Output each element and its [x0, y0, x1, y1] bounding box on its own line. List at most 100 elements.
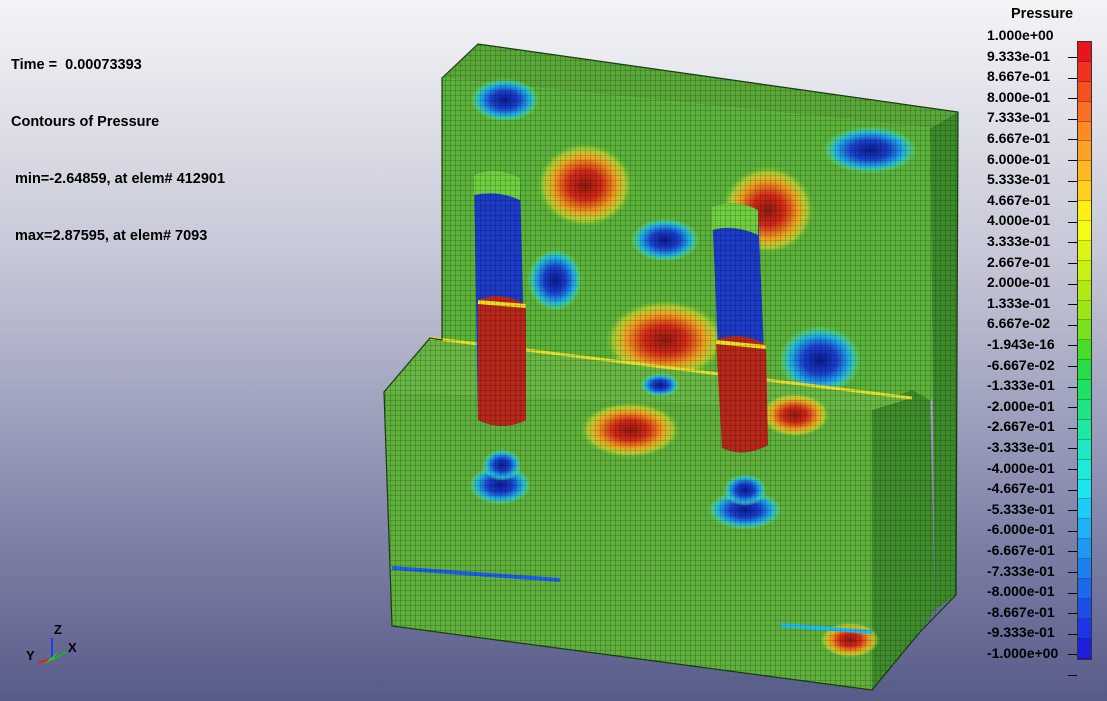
legend-swatch — [1078, 400, 1091, 420]
legend-swatch — [1078, 61, 1091, 82]
legend-swatch — [1078, 81, 1091, 102]
legend-label: 4.000e-01 — [987, 212, 1051, 229]
legend-label: -2.667e-01 — [987, 418, 1055, 435]
legend-swatch — [1078, 280, 1091, 301]
legend-label: 8.000e-01 — [987, 88, 1051, 105]
legend-swatch — [1078, 459, 1091, 480]
legend-tick — [1068, 654, 1077, 656]
legend-label: -9.333e-01 — [987, 624, 1055, 641]
axis-triad: Z Y X — [24, 622, 84, 672]
legend-label: -3.333e-01 — [987, 439, 1055, 455]
legend-tick — [1068, 572, 1077, 573]
legend-tick — [1068, 242, 1077, 244]
legend-swatch — [1078, 340, 1091, 361]
legend-ticks — [1068, 41, 1077, 676]
legend-label: -8.667e-01 — [987, 603, 1055, 620]
legend-tick — [1068, 304, 1077, 306]
legend-tick — [1068, 57, 1077, 58]
legend-swatch — [1078, 221, 1091, 241]
legend-label: -6.000e-01 — [987, 521, 1055, 538]
legend-label: 7.333e-01 — [987, 109, 1051, 126]
legend-tick — [1068, 530, 1077, 532]
legend-tick — [1068, 118, 1077, 120]
legend-label: 3.333e-01 — [987, 233, 1051, 249]
legend-tick — [1068, 98, 1077, 100]
legend-swatch — [1078, 419, 1091, 440]
legend-label: -4.000e-01 — [987, 459, 1055, 476]
legend-label: 2.667e-01 — [987, 253, 1051, 270]
model-viewport[interactable] — [0, 0, 1107, 701]
legend-swatch — [1078, 161, 1091, 182]
legend-label: 6.000e-01 — [987, 150, 1051, 167]
legend-title: Pressure — [1011, 6, 1074, 22]
legend-tick — [1068, 675, 1077, 676]
legend-swatch — [1078, 121, 1091, 142]
legend-swatch — [1078, 598, 1091, 619]
legend-tick — [1068, 448, 1077, 450]
legend-label: 1.333e-01 — [987, 294, 1051, 311]
mesh-overlay — [384, 44, 958, 690]
legend-swatch — [1078, 260, 1091, 281]
legend-tick — [1068, 77, 1077, 79]
legend-swatch — [1078, 201, 1091, 222]
legend-tick — [1068, 324, 1077, 326]
legend-swatch — [1078, 101, 1091, 122]
legend-tick — [1068, 201, 1077, 203]
legend-tick — [1068, 283, 1077, 285]
legend-tick — [1068, 407, 1077, 409]
legend-tick — [1068, 366, 1077, 367]
legend-swatch — [1078, 439, 1091, 460]
legend-tick — [1068, 160, 1077, 161]
legend-label: -1.943e-16 — [987, 336, 1055, 352]
legend-label: -6.667e-02 — [987, 356, 1055, 373]
legend-color-bar — [1077, 41, 1092, 660]
legend-label: -5.333e-01 — [987, 500, 1055, 517]
legend-tick — [1068, 427, 1077, 429]
legend-tick — [1068, 592, 1077, 594]
triad-x-label: X — [68, 640, 77, 655]
legend-swatch — [1078, 240, 1091, 261]
legend-label: -4.667e-01 — [987, 480, 1055, 497]
legend-label: -1.000e+00 — [987, 645, 1059, 661]
legend-swatch — [1078, 499, 1091, 520]
legend-label: 9.333e-01 — [987, 47, 1051, 64]
legend-swatch — [1078, 300, 1091, 321]
legend-tick — [1068, 613, 1077, 615]
legend-swatch — [1078, 380, 1091, 401]
legend-swatch — [1078, 618, 1091, 639]
legend-swatch — [1078, 360, 1091, 381]
legend-swatch — [1078, 638, 1091, 659]
legend-swatch — [1078, 579, 1091, 599]
legend-label: -6.667e-01 — [987, 542, 1055, 558]
legend-swatch — [1078, 141, 1091, 162]
legend-label: 6.667e-02 — [987, 315, 1051, 332]
legend-swatch — [1078, 559, 1091, 580]
triad-z-label: Z — [54, 622, 62, 637]
legend-tick — [1068, 633, 1077, 635]
legend-tick — [1068, 180, 1077, 182]
legend-label: 6.667e-01 — [987, 130, 1051, 146]
legend-label: 1.000e+00 — [987, 27, 1054, 43]
legend-tick — [1068, 139, 1077, 141]
triad-y-label: Y — [26, 648, 35, 663]
legend-label: 4.667e-01 — [987, 191, 1051, 208]
legend-tick — [1068, 345, 1077, 347]
legend-tick — [1068, 489, 1077, 491]
legend-tick — [1068, 221, 1077, 223]
legend-label: -7.333e-01 — [987, 562, 1055, 579]
legend-label: -8.000e-01 — [987, 583, 1055, 600]
legend-tick — [1068, 263, 1077, 264]
legend-swatch — [1078, 479, 1091, 500]
legend-swatch — [1078, 181, 1091, 202]
legend-tick — [1068, 386, 1077, 388]
legend-swatch — [1078, 320, 1091, 341]
legend-swatch — [1078, 539, 1091, 560]
legend-label: 5.333e-01 — [987, 171, 1051, 188]
legend-label: -1.333e-01 — [987, 377, 1055, 394]
legend-tick — [1068, 510, 1077, 512]
legend-label: -2.000e-01 — [987, 397, 1055, 414]
legend-swatch — [1078, 42, 1091, 62]
legend-swatch — [1078, 519, 1091, 540]
legend-tick — [1068, 551, 1077, 553]
legend-label: 2.000e-01 — [987, 274, 1051, 291]
